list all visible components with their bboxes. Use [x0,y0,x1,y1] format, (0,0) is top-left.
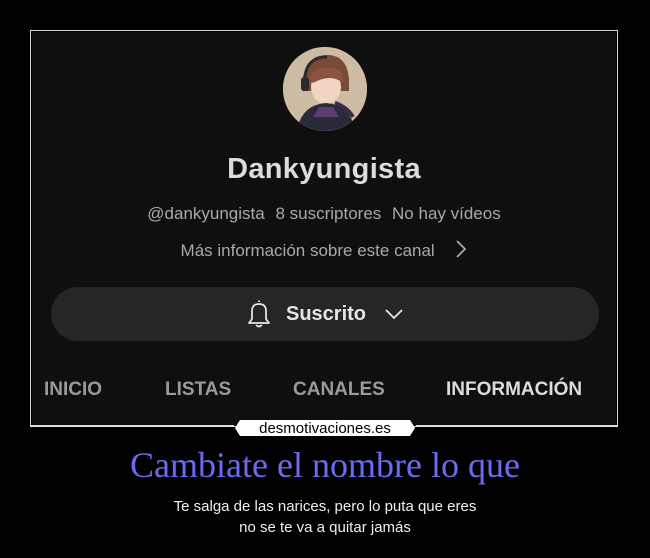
subscribed-label: Suscrito [285,302,367,325]
channel-name: Dankyungista [227,153,421,185]
bell-icon [246,299,272,329]
channel-handle: @dankyungista [147,204,265,223]
tab-inicio[interactable]: INICIO [44,379,102,401]
channel-tabs: INICIO LISTAS CANALES INFORMACIÓN [32,379,616,409]
video-count: No hay vídeos [392,204,501,223]
svg-text:desmotivaciones.es: desmotivaciones.es [259,420,391,437]
caption-line-1: Te salga de las narices, pero lo puta qu… [173,498,477,515]
subscriber-count: 8 suscriptores [275,204,382,223]
tab-canales[interactable]: CANALES [293,379,385,401]
tab-informacion[interactable]: INFORMACIÓN [446,379,582,401]
channel-avatar[interactable] [283,47,367,131]
poster-title: Cambiate el nombre lo que [130,445,520,485]
chevron-right-icon [455,239,467,264]
caption-line-2: no se te va a quitar jamás [239,519,411,536]
more-info-label: Más información sobre este canal [180,240,435,260]
divider-left [30,425,234,427]
subscribed-button[interactable]: Suscrito [51,287,599,341]
tab-listas[interactable]: LISTAS [165,379,231,401]
divider-right [416,425,618,427]
chevron-down-icon [384,308,404,320]
avatar-image [283,47,367,131]
channel-meta: @dankyungista 8 suscriptores No hay víde… [32,204,616,224]
site-logo: desmotivaciones.es [234,419,416,437]
poster-caption: Te salga de las narices, pero lo puta qu… [0,496,650,538]
more-info-link[interactable]: Más información sobre este canal [32,239,616,264]
channel-page: Dankyungista @dankyungista 8 suscriptore… [32,32,616,425]
